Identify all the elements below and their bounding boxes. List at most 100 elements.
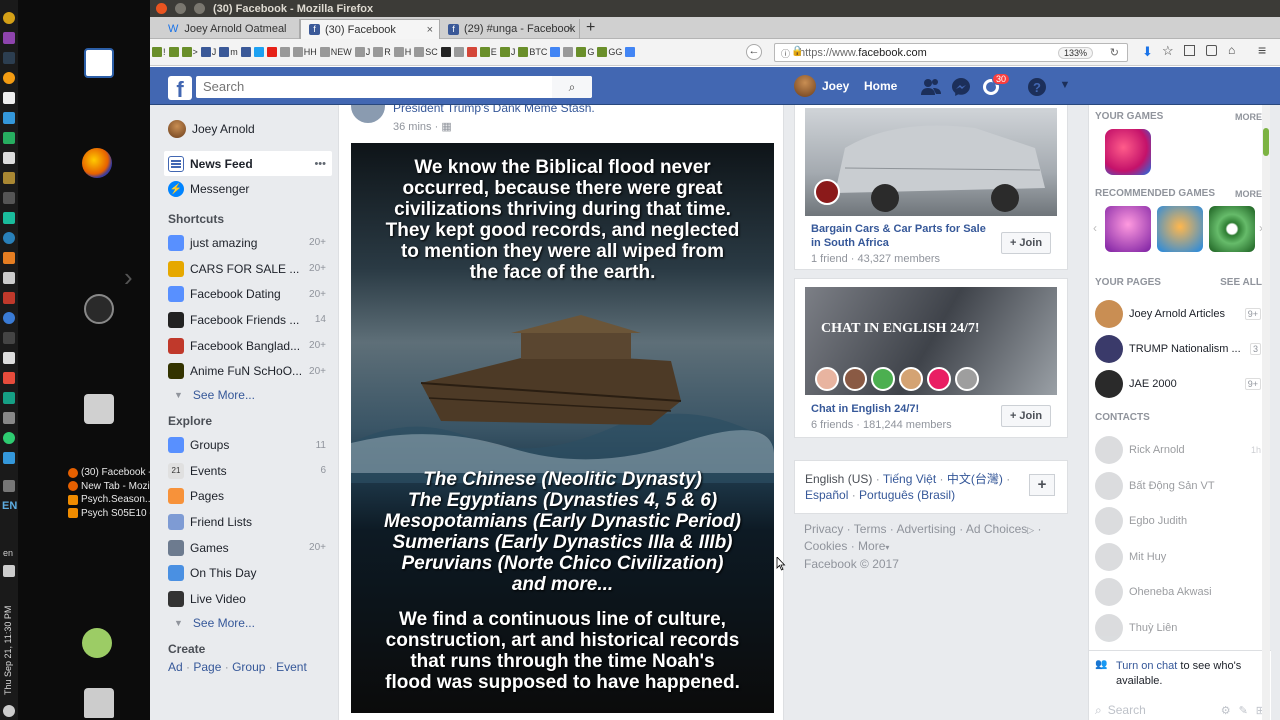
new-tab-button[interactable]: + (586, 19, 595, 37)
app-icon[interactable] (3, 32, 15, 44)
info-icon[interactable]: ⓘ (781, 47, 790, 60)
bookmark[interactable]: HH (292, 47, 317, 57)
url-bar[interactable]: ⓘ 🔒 https://www. facebook.com 133% ↻ (774, 43, 1128, 62)
group-name-link[interactable]: Chat in English 24/7! (811, 403, 919, 415)
library-icon[interactable] (1184, 45, 1195, 56)
game-thumbnail[interactable] (1209, 206, 1255, 252)
home-link[interactable]: Home (864, 79, 897, 93)
page-row[interactable]: TRUMP Nationalism ... 3 (1095, 334, 1267, 364)
app-icon[interactable] (3, 392, 15, 404)
bookmark[interactable] (266, 47, 277, 57)
advertising-link[interactable]: Advertising (896, 522, 955, 536)
app-icon[interactable] (3, 432, 15, 444)
explore-item[interactable]: On This Day (164, 561, 332, 587)
page-avatar[interactable] (351, 105, 385, 123)
terms-link[interactable]: Terms (854, 522, 887, 536)
bookmark[interactable]: E (479, 47, 497, 57)
keyboard-layout-indicator[interactable]: EN (2, 500, 17, 512)
more-options-icon[interactable]: ••• (314, 158, 326, 170)
firefox-icon[interactable] (82, 148, 112, 178)
close-tab-icon[interactable]: × (427, 24, 433, 36)
bookmark[interactable]: J (354, 47, 370, 57)
post-time[interactable]: 36 mins · ▦ (393, 120, 452, 133)
download-icon[interactable]: ⬇ (1142, 44, 1153, 60)
contact-row[interactable]: Mit Huy (1095, 542, 1267, 572)
bookmark[interactable] (625, 47, 636, 57)
app-icon[interactable] (3, 312, 15, 324)
contact-row[interactable]: Thuỳ Liên (1095, 613, 1267, 643)
bookmark[interactable]: BTC (518, 47, 547, 57)
app-icon[interactable] (3, 152, 15, 164)
more-link[interactable]: More (858, 539, 885, 553)
profile-link[interactable]: Joey (794, 75, 849, 97)
chevron-left-icon[interactable]: ‹ (1093, 221, 1097, 235)
join-group-button[interactable]: + Join (1001, 232, 1051, 254)
app-icon[interactable] (3, 112, 15, 124)
bookmark[interactable]: > (181, 47, 198, 57)
shortcuts-item[interactable]: Facebook Friends ... 14 (164, 307, 332, 333)
compose-icon[interactable]: ✎ (1239, 704, 1248, 717)
power-icon[interactable] (3, 705, 15, 717)
turn-on-chat-link[interactable]: Turn on chat (1116, 660, 1177, 672)
app-icon[interactable] (3, 92, 15, 104)
archive-icon[interactable] (84, 394, 114, 424)
game-thumbnail[interactable] (1157, 206, 1203, 252)
bookmark[interactable] (440, 47, 451, 57)
app-icon[interactable] (3, 232, 15, 244)
bookmark[interactable]: m (219, 47, 238, 57)
contact-row[interactable]: Oheneba Akwasi (1095, 577, 1267, 607)
games-more-link[interactable]: MORE (1235, 112, 1262, 122)
post-page-name[interactable]: President Trump's Dank Meme Stash. (393, 105, 595, 115)
language-link[interactable]: Português (Brasil) (859, 488, 955, 502)
bookmark[interactable]: H (393, 47, 411, 57)
chevron-right-icon[interactable]: › (124, 262, 133, 293)
pocket-icon[interactable] (1206, 45, 1217, 56)
contact-row[interactable]: Bất Động Sản VT (1095, 471, 1267, 501)
see-more-explore[interactable]: ▼ See More... (164, 612, 332, 634)
messenger-icon[interactable] (950, 77, 972, 97)
facebook-logo[interactable]: f (168, 76, 192, 102)
back-button[interactable]: ← (746, 44, 762, 60)
create-group-link[interactable]: Group (232, 660, 265, 674)
contact-row[interactable]: Rick Arnold 1h (1095, 435, 1267, 465)
bookmark[interactable]: J (499, 47, 515, 57)
create-page-link[interactable]: Page (193, 660, 221, 674)
app-icon[interactable] (3, 52, 15, 64)
app-icon[interactable] (3, 212, 15, 224)
app-icon[interactable] (3, 132, 15, 144)
reload-icon[interactable]: ↻ (1110, 46, 1119, 59)
explore-item[interactable]: Live Video (164, 586, 332, 612)
scrollbar-thumb[interactable] (1263, 128, 1269, 156)
close-tab-icon[interactable]: × (567, 23, 573, 35)
left-nav-news-feed[interactable]: News Feed ••• (164, 150, 332, 177)
home-icon[interactable]: ⌂ (1228, 43, 1235, 57)
help-icon[interactable]: ? (1026, 77, 1048, 97)
tab-joey-arnold[interactable]: W Joey Arnold Oatmeal (160, 19, 300, 39)
join-group-button[interactable]: + Join (1001, 405, 1051, 427)
friend-requests-icon[interactable] (920, 77, 942, 97)
search-input[interactable] (196, 76, 592, 98)
cookies-link[interactable]: Cookies (804, 539, 847, 553)
game-thumbnail[interactable] (1105, 206, 1151, 252)
explore-item[interactable]: Pages (164, 484, 332, 510)
group-cover-image[interactable] (805, 108, 1057, 216)
see-more-shortcuts[interactable]: ▼ See More... (164, 384, 332, 406)
chat-search[interactable]: ⌕ Search ⚙ ✎ ⊞ (1095, 701, 1265, 719)
app-icon[interactable] (3, 372, 15, 384)
create-ad-link[interactable]: Ad (168, 660, 183, 674)
app-icon[interactable] (3, 292, 15, 304)
app-icon[interactable] (3, 480, 15, 492)
bookmark[interactable] (279, 47, 290, 57)
create-event-link[interactable]: Event (276, 660, 307, 674)
close-window-icon[interactable] (156, 3, 167, 14)
shortcuts-item[interactable]: Anime FuN ScHoO... 20+ (164, 359, 332, 385)
see-all-link[interactable]: SEE ALL (1220, 277, 1262, 288)
page-row[interactable]: Joey Arnold Articles 9+ (1095, 299, 1267, 329)
bitcoin-app-icon[interactable] (3, 12, 15, 24)
shortcuts-item[interactable]: CARS FOR SALE ... 20+ (164, 256, 332, 282)
language-link[interactable]: Tiếng Việt (883, 472, 936, 486)
app-icon[interactable] (84, 294, 114, 324)
minimize-window-icon[interactable] (175, 3, 186, 14)
shortcuts-item[interactable]: Facebook Banglad... 20+ (164, 333, 332, 359)
app-icon[interactable] (3, 192, 15, 204)
